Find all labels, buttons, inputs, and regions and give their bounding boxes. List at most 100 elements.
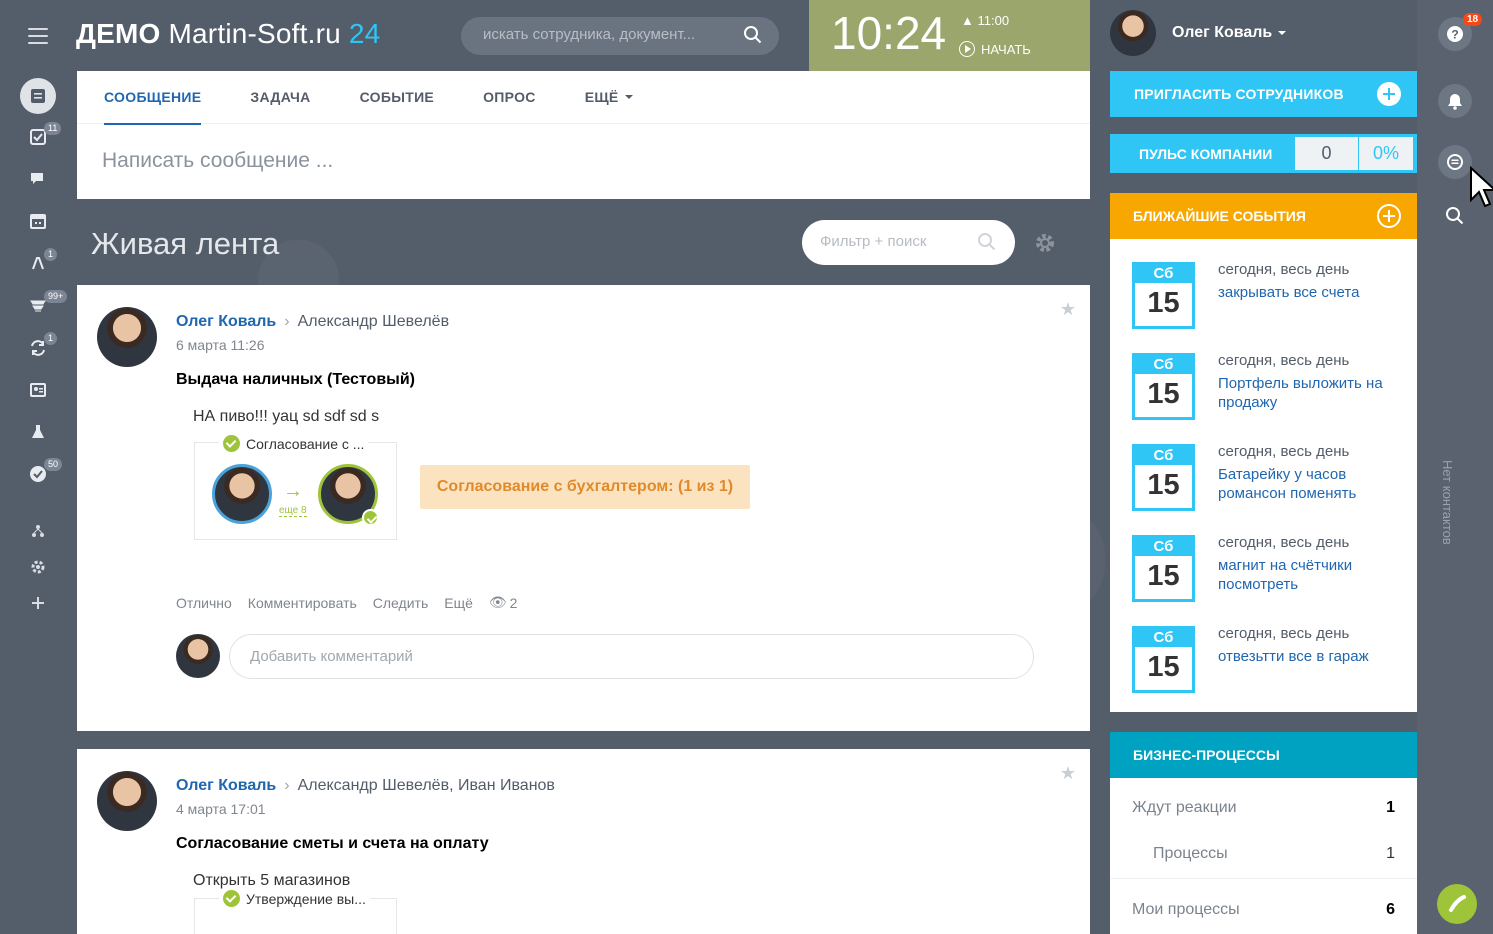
post-date[interactable]: 6 марта 11:26 bbox=[176, 337, 265, 353]
gear-icon[interactable] bbox=[1034, 232, 1056, 254]
feed-filter-input[interactable]: Фильтр + поиск bbox=[802, 220, 1015, 265]
search-icon[interactable] bbox=[743, 25, 763, 45]
rail-add-icon[interactable] bbox=[22, 587, 54, 619]
business-processes-header[interactable]: БИЗНЕС-ПРОЦЕССЫ bbox=[1110, 732, 1417, 778]
post-author-line: Олег Коваль › Александр Шевелёв bbox=[176, 313, 449, 331]
invite-employees-button[interactable]: ПРИГЛАСИТЬ СОТРУДНИКОВ bbox=[1110, 71, 1417, 117]
business-processes-list: Ждут реакции 1 Процессы 1 Мои процессы 6 bbox=[1110, 778, 1417, 934]
star-icon[interactable]: ★ bbox=[1060, 299, 1076, 320]
post-author[interactable]: Олег Коваль bbox=[176, 777, 276, 794]
add-event-icon[interactable] bbox=[1377, 204, 1401, 228]
rail-feed-icon[interactable] bbox=[20, 78, 56, 114]
rail-lab-icon[interactable] bbox=[22, 416, 54, 448]
post-body: Открыть 5 магазинов bbox=[193, 872, 351, 889]
calendar-icon: Сб 15 bbox=[1132, 444, 1195, 511]
post-author[interactable]: Олег Коваль bbox=[176, 313, 276, 330]
bell-icon[interactable] bbox=[1438, 84, 1472, 118]
views-counter: 👁 2 bbox=[489, 594, 518, 611]
event-item[interactable]: Сб 15 сегодня, весь день магнит на счётчи… bbox=[1110, 512, 1417, 603]
event-title[interactable]: Портфель выложить на продажу bbox=[1218, 374, 1408, 412]
rail-structure-icon[interactable] bbox=[22, 515, 54, 547]
approval-title: Утверждение вы... bbox=[246, 890, 366, 907]
crm-badge: 99+ bbox=[44, 290, 68, 303]
post-author-line: Олег Коваль › Александр Шевелёв, Иван Иван… bbox=[176, 777, 555, 795]
event-item[interactable]: Сб 15 сегодня, весь день закрывать все сч… bbox=[1110, 239, 1417, 330]
chevron-right-icon: › bbox=[284, 777, 290, 794]
rail-chat-icon[interactable] bbox=[22, 163, 54, 195]
approval-status-badge[interactable]: Согласование с бухгалтером: (1 из 1) bbox=[420, 465, 750, 509]
event-day: 15 bbox=[1147, 287, 1180, 319]
arrow-right-icon: → bbox=[283, 480, 303, 502]
event-dow: Сб bbox=[1135, 447, 1192, 465]
chevron-right-icon: › bbox=[284, 313, 290, 330]
views-count: 2 bbox=[509, 594, 518, 611]
rail-contacts-icon[interactable] bbox=[22, 374, 54, 406]
star-icon[interactable]: ★ bbox=[1060, 763, 1076, 784]
rail-settings-icon[interactable] bbox=[22, 551, 54, 583]
calendar-icon: Сб 15 bbox=[1132, 626, 1195, 693]
bp-row-processes[interactable]: Процессы 1 bbox=[1110, 829, 1417, 879]
phone-icon[interactable] bbox=[1437, 884, 1477, 924]
search-icon bbox=[978, 233, 996, 251]
approval-card[interactable]: Согласование с ... → еще 8 bbox=[194, 435, 397, 540]
plus-icon bbox=[1377, 82, 1401, 106]
follow-button[interactable]: Следить bbox=[373, 595, 428, 611]
event-when: сегодня, весь день bbox=[1218, 261, 1350, 278]
left-rail: 11 1 99+ 1 50 bbox=[0, 0, 76, 934]
tab-message[interactable]: СООБЩЕНИЕ bbox=[104, 71, 202, 125]
like-button[interactable]: Отлично bbox=[176, 595, 232, 611]
start-button[interactable]: НАЧАТЬ bbox=[959, 41, 1031, 57]
post-body: НА пиво!!! уац sd sdf sd s bbox=[193, 408, 380, 425]
company-pulse[interactable]: ПУЛЬС КОМПАНИИ 0 0% bbox=[1110, 134, 1417, 173]
post-recipients[interactable]: Александр Шевелёв bbox=[298, 313, 449, 330]
events-label: БЛИЖАЙШИЕ СОБЫТИЯ bbox=[1133, 208, 1306, 224]
author-avatar[interactable] bbox=[97, 771, 157, 831]
comment-input[interactable]: Добавить комментарий bbox=[229, 634, 1034, 679]
app-logo[interactable]: ДЕМО Martin-Soft.ru 24 bbox=[76, 18, 380, 50]
rail-calendar-icon[interactable] bbox=[22, 205, 54, 237]
bp-row-my-processes[interactable]: Мои процессы 6 bbox=[1110, 885, 1417, 934]
approval-card[interactable]: Утверждение вы... bbox=[194, 890, 397, 934]
global-search-input[interactable] bbox=[483, 26, 733, 43]
event-item[interactable]: Сб 15 сегодня, весь день Портфель выложит… bbox=[1110, 330, 1417, 421]
post-date[interactable]: 4 марта 17:01 bbox=[176, 801, 266, 817]
calendar-icon: Сб 15 bbox=[1132, 535, 1195, 602]
event-title[interactable]: отвезьтти все в гараж bbox=[1218, 647, 1408, 666]
pulse-value: 0 bbox=[1295, 137, 1358, 170]
menu-icon[interactable] bbox=[28, 28, 48, 44]
user-menu[interactable]: Олег Коваль bbox=[1110, 10, 1287, 56]
global-search[interactable] bbox=[461, 17, 779, 55]
event-item[interactable]: Сб 15 сегодня, весь день отвезьтти все в … bbox=[1110, 603, 1417, 694]
chevron-down-icon bbox=[624, 95, 633, 99]
post-recipients[interactable]: Александр Шевелёв, Иван Иванов bbox=[298, 777, 555, 794]
bp-row-count: 6 bbox=[1386, 901, 1395, 918]
chat-icon[interactable] bbox=[1438, 145, 1472, 179]
search-icon[interactable] bbox=[1438, 199, 1472, 233]
tab-poll[interactable]: ОПРОС bbox=[483, 71, 536, 124]
event-item[interactable]: Сб 15 сегодня, весь день Батарейку у часо… bbox=[1110, 421, 1417, 512]
more-approvers-link[interactable]: еще 8 bbox=[279, 505, 307, 517]
tab-event[interactable]: СОБЫТИЕ bbox=[360, 71, 434, 124]
post-actions: Отлично Комментировать Следить Ещё 👁 2 bbox=[176, 594, 517, 611]
pulse-label: ПУЛЬС КОМПАНИИ bbox=[1139, 145, 1273, 162]
work-time-widget[interactable]: 10:24 ▲ 11:00 НАЧАТЬ bbox=[809, 0, 1090, 71]
user-name: Олег Коваль bbox=[1172, 24, 1273, 41]
tab-task[interactable]: ЗАДАЧА bbox=[250, 71, 310, 124]
no-contacts-label: Нет контактов bbox=[1440, 460, 1455, 545]
pulse-percent: 0% bbox=[1359, 137, 1413, 170]
event-title[interactable]: магнит на счётчики посмотреть bbox=[1218, 556, 1408, 594]
bp-row-count: 1 bbox=[1386, 799, 1395, 816]
clock-time: 10:24 bbox=[831, 7, 947, 59]
event-title[interactable]: Батарейку у часов романсон поменять bbox=[1218, 465, 1408, 503]
upcoming-events-header[interactable]: БЛИЖАЙШИЕ СОБЫТИЯ bbox=[1110, 193, 1417, 239]
message-input[interactable]: Написать сообщение ... bbox=[102, 149, 333, 173]
author-avatar[interactable] bbox=[97, 307, 157, 367]
more-button[interactable]: Ещё bbox=[444, 595, 473, 611]
comment-button[interactable]: Комментировать bbox=[248, 595, 357, 611]
start-label: НАЧАТЬ bbox=[981, 41, 1031, 57]
bp-row-awaiting[interactable]: Ждут реакции 1 bbox=[1110, 783, 1417, 833]
event-title[interactable]: закрывать все счета bbox=[1218, 283, 1408, 302]
bp-row-label: Процессы bbox=[1153, 844, 1228, 862]
approver-avatar[interactable] bbox=[212, 464, 272, 524]
tab-more[interactable]: ЕЩЁ bbox=[585, 71, 633, 124]
